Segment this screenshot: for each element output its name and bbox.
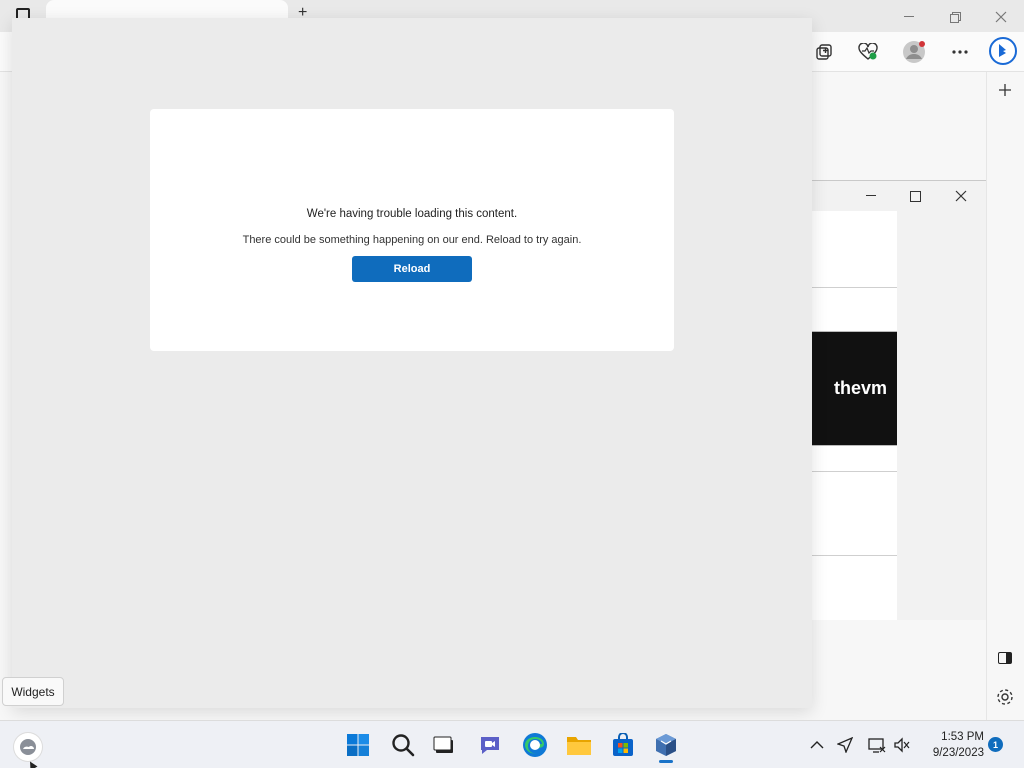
search-icon[interactable] [387,729,419,761]
virtualbox-icon[interactable] [650,729,682,763]
settings-icon[interactable] [989,681,1021,713]
error-card: We're having trouble loading this conten… [150,109,674,351]
minimize-icon[interactable] [886,2,932,32]
edge-icon[interactable] [519,729,551,761]
chevron-up-icon[interactable] [807,735,827,755]
bing-copilot-icon[interactable] [986,34,1020,68]
close-icon[interactable] [938,181,984,211]
network-icon[interactable] [867,735,887,755]
close-icon[interactable] [978,2,1024,32]
secondary-window-sidebar [897,211,986,620]
more-icon[interactable] [944,36,976,68]
clock-time: 1:53 PM [941,731,984,743]
browser-essentials-icon[interactable] [852,36,884,68]
restore-icon[interactable] [932,2,978,32]
weather-icon [20,739,36,755]
divider [812,555,897,556]
profile-icon[interactable] [898,36,930,68]
divider [812,287,897,288]
sidebar-toggle-icon[interactable] [989,642,1021,674]
error-message: There could be something happening on ou… [242,234,582,246]
start-icon[interactable] [342,729,374,761]
secondary-window-titlebar [812,181,986,211]
volume-muted-icon[interactable] [892,735,912,755]
collections-icon[interactable] [808,36,840,68]
maximize-icon[interactable] [892,181,938,211]
task-view-icon[interactable] [428,729,460,761]
widgets-button[interactable] [14,733,42,761]
widgets-panel: We're having trouble loading this conten… [12,18,812,708]
file-explorer-icon[interactable] [563,729,595,761]
error-title: We're having trouble loading this conten… [306,208,518,220]
edge-sidebar [986,72,1024,720]
secondary-window: thevm [812,180,986,620]
minimize-icon[interactable] [848,181,894,211]
widgets-tooltip: Widgets [2,677,64,706]
divider [812,471,897,472]
vm-thumbnail[interactable]: thevm [812,331,897,446]
clock-date: 9/23/2023 [932,747,984,759]
taskbar: 1:53 PM 9/23/2023 1 [0,720,1024,768]
reload-button[interactable]: Reload [352,256,472,282]
teams-chat-icon[interactable] [474,729,506,761]
vm-thumbnail-preview: thevm [812,332,897,445]
add-icon[interactable] [989,74,1021,106]
store-icon[interactable] [607,729,639,761]
vm-thumbnail-label: thevm [833,378,887,398]
system-clock[interactable]: 1:53 PM 9/23/2023 [918,729,984,761]
location-icon[interactable] [835,735,855,755]
notification-badge[interactable]: 1 [988,737,1003,752]
